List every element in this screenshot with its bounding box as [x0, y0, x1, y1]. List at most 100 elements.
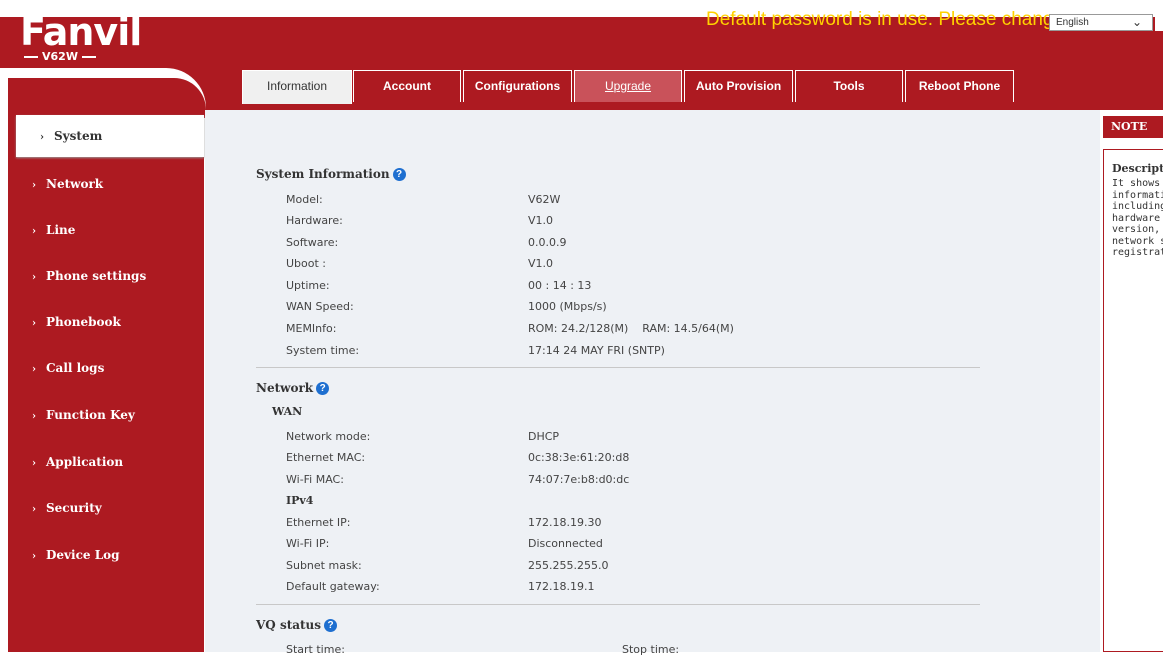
sidebar-item-security[interactable]: › Security — [8, 485, 204, 531]
hardware-label: Hardware: — [286, 214, 343, 227]
chevron-right-icon: › — [32, 180, 36, 191]
wifi-mac-label: Wi-Fi MAC: — [286, 473, 344, 486]
chevron-right-icon: › — [32, 272, 36, 283]
ethernet-mac-label: Ethernet MAC: — [286, 451, 366, 464]
sidebar-item-label: Function Key — [46, 408, 135, 422]
sidebar-item-device-log[interactable]: › Device Log — [8, 532, 204, 578]
sidebar-item-function-key[interactable]: › Function Key — [8, 392, 204, 438]
note-line: hardware — [1112, 212, 1161, 224]
chevron-right-icon: › — [32, 226, 36, 237]
tab-tools[interactable]: Tools — [795, 70, 903, 102]
model-label: V62W — [42, 50, 78, 63]
wifi-ip-label: Wi-Fi IP: — [286, 537, 330, 550]
sidebar-item-label: Phone settings — [46, 269, 147, 283]
chevron-right-icon: › — [32, 551, 36, 562]
model-label: Model: — [286, 193, 323, 206]
uptime-value: 00 : 14 : 13 — [528, 279, 592, 292]
password-warning[interactable]: Default password is in use. Please chang… — [706, 9, 1064, 31]
network-mode-label: Network mode: — [286, 430, 371, 443]
meminfo-value: ROM: 24.2/128(M) RAM: 14.5/64(M) — [528, 322, 734, 335]
wan-title: WAN — [272, 405, 303, 418]
sidebar-item-label: Phonebook — [46, 315, 121, 329]
ethernet-ip-value: 172.18.19.30 — [528, 516, 602, 529]
sidebar-item-label: Application — [46, 455, 124, 469]
model-value: V62W — [528, 193, 561, 206]
sidebar-item-phonebook[interactable]: › Phonebook — [8, 299, 204, 345]
start-time-label: Start time: — [286, 643, 345, 656]
ethernet-mac-value: 0c:38:3e:61:20:d8 — [528, 451, 630, 464]
tab-upgrade[interactable]: Upgrade — [574, 70, 682, 102]
note-title: Descript — [1112, 162, 1163, 175]
tab-reboot-phone[interactable]: Reboot Phone — [905, 70, 1014, 102]
tab-auto-provision[interactable]: Auto Provision — [684, 70, 793, 102]
sidebar-item-network[interactable]: › Network — [8, 161, 204, 207]
chevron-right-icon: › — [32, 318, 36, 329]
meminfo-label: MEMInfo: — [286, 322, 337, 335]
wan-speed-label: WAN Speed: — [286, 300, 354, 313]
ipv4-title: IPv4 — [286, 494, 314, 507]
chevron-down-icon: ⌄ — [1131, 15, 1142, 29]
wifi-mac-value: 74:07:7e:b8:d0:dc — [528, 473, 630, 486]
sidebar-item-label: Security — [46, 501, 102, 515]
sidebar-item-label: Network — [46, 177, 104, 191]
note-box: Descript It shows informati including ha… — [1103, 149, 1163, 652]
wifi-ip-value: Disconnected — [528, 537, 603, 550]
sidebar-item-label: System — [54, 129, 103, 143]
tab-configurations[interactable]: Configurations — [463, 70, 572, 102]
help-icon[interactable]: ? — [316, 382, 330, 395]
sidebar-item-call-logs[interactable]: › Call logs — [8, 345, 204, 391]
uptime-label: Uptime: — [286, 279, 330, 292]
section-title-text: System Information — [256, 167, 390, 181]
help-icon[interactable]: ? — [392, 168, 406, 181]
help-icon[interactable]: ? — [324, 619, 338, 632]
fanvil-logo: Fanvil V62W — [20, 10, 142, 63]
note-line: informati — [1112, 189, 1163, 201]
software-value: 0.0.0.9 — [528, 236, 567, 249]
note-line: It shows — [1112, 178, 1161, 189]
hardware-value: V1.0 — [528, 214, 554, 227]
sidebar-item-line[interactable]: › Line — [8, 207, 204, 253]
section-title-text: Network — [256, 381, 314, 395]
tab-information[interactable]: Information — [242, 70, 352, 104]
section-title-text: VQ status — [256, 618, 322, 632]
sidebar-item-label: Line — [46, 223, 76, 237]
sidebar-item-system[interactable]: › System — [16, 115, 204, 157]
divider — [256, 604, 980, 605]
chevron-right-icon: › — [32, 364, 36, 375]
note-line: version, r — [1112, 224, 1163, 235]
software-label: Software: — [286, 236, 339, 249]
sidebar-item-application[interactable]: › Application — [8, 439, 204, 485]
default-gateway-label: Default gateway: — [286, 580, 380, 593]
tab-account[interactable]: Account — [353, 70, 461, 102]
stop-time-label: Stop time: — [622, 643, 680, 656]
network-mode-value: DHCP — [528, 430, 560, 443]
uboot-label: Uboot : — [286, 257, 327, 270]
note-text: It shows informati including hardware ve… — [1112, 178, 1163, 259]
default-gateway-value: 172.18.19.1 — [528, 580, 595, 593]
language-value: English — [1056, 17, 1089, 28]
ethernet-ip-label: Ethernet IP: — [286, 516, 351, 529]
system-information-title: System Information? — [256, 167, 406, 181]
subnet-mask-label: Subnet mask: — [286, 559, 362, 572]
subnet-mask-value: 255.255.255.0 — [528, 559, 609, 572]
divider — [256, 367, 980, 368]
vq-status-title: VQ status? — [256, 618, 338, 632]
system-time-value: 17:14 24 MAY FRI (SNTP) — [528, 344, 665, 357]
sidebar-item-phone-settings[interactable]: › Phone settings — [8, 253, 204, 299]
network-title: Network? — [256, 381, 330, 395]
header-edge — [1155, 14, 1163, 31]
note-line: registrati — [1112, 247, 1163, 258]
chevron-right-icon: › — [32, 504, 36, 515]
chevron-right-icon: › — [40, 132, 44, 143]
logo-model: V62W — [20, 50, 100, 63]
language-select[interactable]: English ⌄ — [1049, 14, 1153, 31]
note-line: including — [1112, 201, 1163, 212]
note-header: NOTE — [1103, 116, 1163, 138]
sidebar-item-label: Call logs — [46, 361, 105, 375]
sidebar-item-label: Device Log — [46, 548, 120, 562]
logo-text: Fanvil — [20, 10, 142, 54]
note-line: network s — [1112, 235, 1163, 247]
wan-speed-value: 1000 (Mbps/s) — [528, 300, 607, 313]
chevron-right-icon: › — [32, 458, 36, 469]
uboot-value: V1.0 — [528, 257, 554, 270]
